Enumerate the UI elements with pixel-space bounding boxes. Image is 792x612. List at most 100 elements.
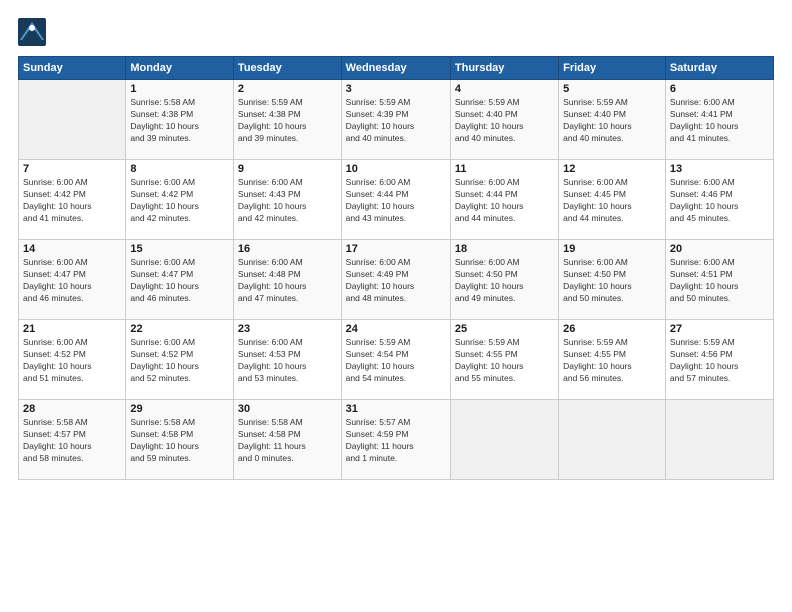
- day-number: 22: [130, 323, 229, 335]
- day-info: Sunrise: 6:00 AM Sunset: 4:43 PM Dayligh…: [238, 177, 337, 225]
- calendar-week-1: 1 Sunrise: 5:58 AM Sunset: 4:38 PM Daylig…: [19, 80, 774, 160]
- calendar-header: SundayMondayTuesdayWednesdayThursdayFrid…: [19, 57, 774, 80]
- day-number: 18: [455, 243, 554, 255]
- day-number: 23: [238, 323, 337, 335]
- calendar-cell: 1 Sunrise: 5:58 AM Sunset: 4:38 PM Daylig…: [126, 80, 234, 160]
- day-info: Sunrise: 5:58 AM Sunset: 4:38 PM Dayligh…: [130, 97, 229, 145]
- day-info: Sunrise: 5:58 AM Sunset: 4:58 PM Dayligh…: [238, 417, 337, 465]
- calendar-cell: 28 Sunrise: 5:58 AM Sunset: 4:57 PM Dayli…: [19, 400, 126, 480]
- calendar-cell: 24 Sunrise: 5:59 AM Sunset: 4:54 PM Dayli…: [341, 320, 450, 400]
- weekday-row: SundayMondayTuesdayWednesdayThursdayFrid…: [19, 57, 774, 80]
- day-info: Sunrise: 6:00 AM Sunset: 4:46 PM Dayligh…: [670, 177, 769, 225]
- calendar-cell: 22Sunrise: 6:00 AM Sunset: 4:52 PM Dayli…: [126, 320, 234, 400]
- day-info: Sunrise: 5:59 AM Sunset: 4:55 PM Dayligh…: [563, 337, 661, 385]
- weekday-header-sunday: Sunday: [19, 57, 126, 80]
- header: [18, 18, 774, 46]
- day-number: 4: [455, 83, 554, 95]
- calendar-week-4: 21 Sunrise: 6:00 AM Sunset: 4:52 PM Dayli…: [19, 320, 774, 400]
- day-info: Sunrise: 6:00 AM Sunset: 4:53 PM Dayligh…: [238, 337, 337, 385]
- calendar-cell: 21 Sunrise: 6:00 AM Sunset: 4:52 PM Dayli…: [19, 320, 126, 400]
- weekday-header-friday: Friday: [559, 57, 666, 80]
- logo-icon: [18, 18, 46, 46]
- day-info: Sunrise: 5:58 AM Sunset: 4:57 PM Dayligh…: [23, 417, 121, 465]
- day-info: Sunrise: 5:59 AM Sunset: 4:40 PM Dayligh…: [455, 97, 554, 145]
- day-info: Sunrise: 6:00 AM Sunset: 4:50 PM Dayligh…: [455, 257, 554, 305]
- day-info: Sunrise: 6:00 AM Sunset: 4:47 PM Dayligh…: [130, 257, 229, 305]
- day-info: Sunrise: 6:00 AM Sunset: 4:50 PM Dayligh…: [563, 257, 661, 305]
- calendar-body: 1 Sunrise: 5:58 AM Sunset: 4:38 PM Daylig…: [19, 80, 774, 480]
- day-info: Sunrise: 5:57 AM Sunset: 4:59 PM Dayligh…: [346, 417, 446, 465]
- calendar-cell: 5 Sunrise: 5:59 AM Sunset: 4:40 PM Daylig…: [559, 80, 666, 160]
- calendar-cell: 7 Sunrise: 6:00 AM Sunset: 4:42 PM Daylig…: [19, 160, 126, 240]
- calendar-cell: 2Sunrise: 5:59 AM Sunset: 4:38 PM Daylig…: [233, 80, 341, 160]
- calendar-cell: 17 Sunrise: 6:00 AM Sunset: 4:49 PM Dayli…: [341, 240, 450, 320]
- calendar-cell: 18 Sunrise: 6:00 AM Sunset: 4:50 PM Dayli…: [450, 240, 558, 320]
- calendar-cell: 11 Sunrise: 6:00 AM Sunset: 4:44 PM Dayli…: [450, 160, 558, 240]
- calendar-cell: 19 Sunrise: 6:00 AM Sunset: 4:50 PM Dayli…: [559, 240, 666, 320]
- calendar-cell: [559, 400, 666, 480]
- day-number: 25: [455, 323, 554, 335]
- calendar-cell: 26 Sunrise: 5:59 AM Sunset: 4:55 PM Dayli…: [559, 320, 666, 400]
- calendar-cell: 20 Sunrise: 6:00 AM Sunset: 4:51 PM Dayli…: [665, 240, 773, 320]
- day-info: Sunrise: 6:00 AM Sunset: 4:42 PM Dayligh…: [23, 177, 121, 225]
- day-number: 17: [346, 243, 446, 255]
- weekday-header-saturday: Saturday: [665, 57, 773, 80]
- day-number: 5: [563, 83, 661, 95]
- day-number: 24: [346, 323, 446, 335]
- logo: [18, 18, 50, 46]
- day-number: 8: [130, 163, 229, 175]
- calendar-cell: 15 Sunrise: 6:00 AM Sunset: 4:47 PM Dayli…: [126, 240, 234, 320]
- day-info: Sunrise: 6:00 AM Sunset: 4:44 PM Dayligh…: [346, 177, 446, 225]
- calendar-cell: 29 Sunrise: 5:58 AM Sunset: 4:58 PM Dayli…: [126, 400, 234, 480]
- day-number: 26: [563, 323, 661, 335]
- day-number: 6: [670, 83, 769, 95]
- calendar-cell: 6 Sunrise: 6:00 AM Sunset: 4:41 PM Daylig…: [665, 80, 773, 160]
- day-number: 7: [23, 163, 121, 175]
- day-number: 2: [238, 83, 337, 95]
- day-number: 12: [563, 163, 661, 175]
- calendar-cell: 4 Sunrise: 5:59 AM Sunset: 4:40 PM Daylig…: [450, 80, 558, 160]
- day-number: 28: [23, 403, 121, 415]
- day-number: 14: [23, 243, 121, 255]
- day-info: Sunrise: 5:59 AM Sunset: 4:54 PM Dayligh…: [346, 337, 446, 385]
- day-info: Sunrise: 6:00 AM Sunset: 4:44 PM Dayligh…: [455, 177, 554, 225]
- calendar-cell: 9 Sunrise: 6:00 AM Sunset: 4:43 PM Daylig…: [233, 160, 341, 240]
- calendar-cell: 13 Sunrise: 6:00 AM Sunset: 4:46 PM Dayli…: [665, 160, 773, 240]
- day-number: 20: [670, 243, 769, 255]
- day-number: 11: [455, 163, 554, 175]
- calendar-cell: 16Sunrise: 6:00 AM Sunset: 4:48 PM Dayli…: [233, 240, 341, 320]
- calendar-week-2: 7 Sunrise: 6:00 AM Sunset: 4:42 PM Daylig…: [19, 160, 774, 240]
- day-number: 29: [130, 403, 229, 415]
- day-info: Sunrise: 6:00 AM Sunset: 4:48 PM Dayligh…: [238, 257, 337, 305]
- calendar-cell: 3Sunrise: 5:59 AM Sunset: 4:39 PM Daylig…: [341, 80, 450, 160]
- calendar-cell: [19, 80, 126, 160]
- calendar-cell: 23 Sunrise: 6:00 AM Sunset: 4:53 PM Dayli…: [233, 320, 341, 400]
- day-number: 13: [670, 163, 769, 175]
- day-info: Sunrise: 6:00 AM Sunset: 4:47 PM Dayligh…: [23, 257, 121, 305]
- day-number: 9: [238, 163, 337, 175]
- calendar-cell: 10Sunrise: 6:00 AM Sunset: 4:44 PM Dayli…: [341, 160, 450, 240]
- calendar-cell: 31 Sunrise: 5:57 AM Sunset: 4:59 PM Dayli…: [341, 400, 450, 480]
- calendar-cell: 14 Sunrise: 6:00 AM Sunset: 4:47 PM Dayli…: [19, 240, 126, 320]
- day-info: Sunrise: 6:00 AM Sunset: 4:41 PM Dayligh…: [670, 97, 769, 145]
- day-number: 1: [130, 83, 229, 95]
- calendar-cell: 27Sunrise: 5:59 AM Sunset: 4:56 PM Dayli…: [665, 320, 773, 400]
- day-info: Sunrise: 6:00 AM Sunset: 4:52 PM Dayligh…: [23, 337, 121, 385]
- day-info: Sunrise: 5:59 AM Sunset: 4:39 PM Dayligh…: [346, 97, 446, 145]
- day-number: 15: [130, 243, 229, 255]
- day-number: 19: [563, 243, 661, 255]
- day-number: 27: [670, 323, 769, 335]
- day-number: 30: [238, 403, 337, 415]
- day-info: Sunrise: 5:59 AM Sunset: 4:40 PM Dayligh…: [563, 97, 661, 145]
- page: SundayMondayTuesdayWednesdayThursdayFrid…: [0, 0, 792, 612]
- calendar-cell: 25 Sunrise: 5:59 AM Sunset: 4:55 PM Dayli…: [450, 320, 558, 400]
- day-number: 31: [346, 403, 446, 415]
- calendar-cell: [665, 400, 773, 480]
- day-info: Sunrise: 6:00 AM Sunset: 4:49 PM Dayligh…: [346, 257, 446, 305]
- day-info: Sunrise: 6:00 AM Sunset: 4:51 PM Dayligh…: [670, 257, 769, 305]
- day-info: Sunrise: 5:58 AM Sunset: 4:58 PM Dayligh…: [130, 417, 229, 465]
- weekday-header-tuesday: Tuesday: [233, 57, 341, 80]
- day-info: Sunrise: 5:59 AM Sunset: 4:55 PM Dayligh…: [455, 337, 554, 385]
- day-info: Sunrise: 6:00 AM Sunset: 4:45 PM Dayligh…: [563, 177, 661, 225]
- day-number: 21: [23, 323, 121, 335]
